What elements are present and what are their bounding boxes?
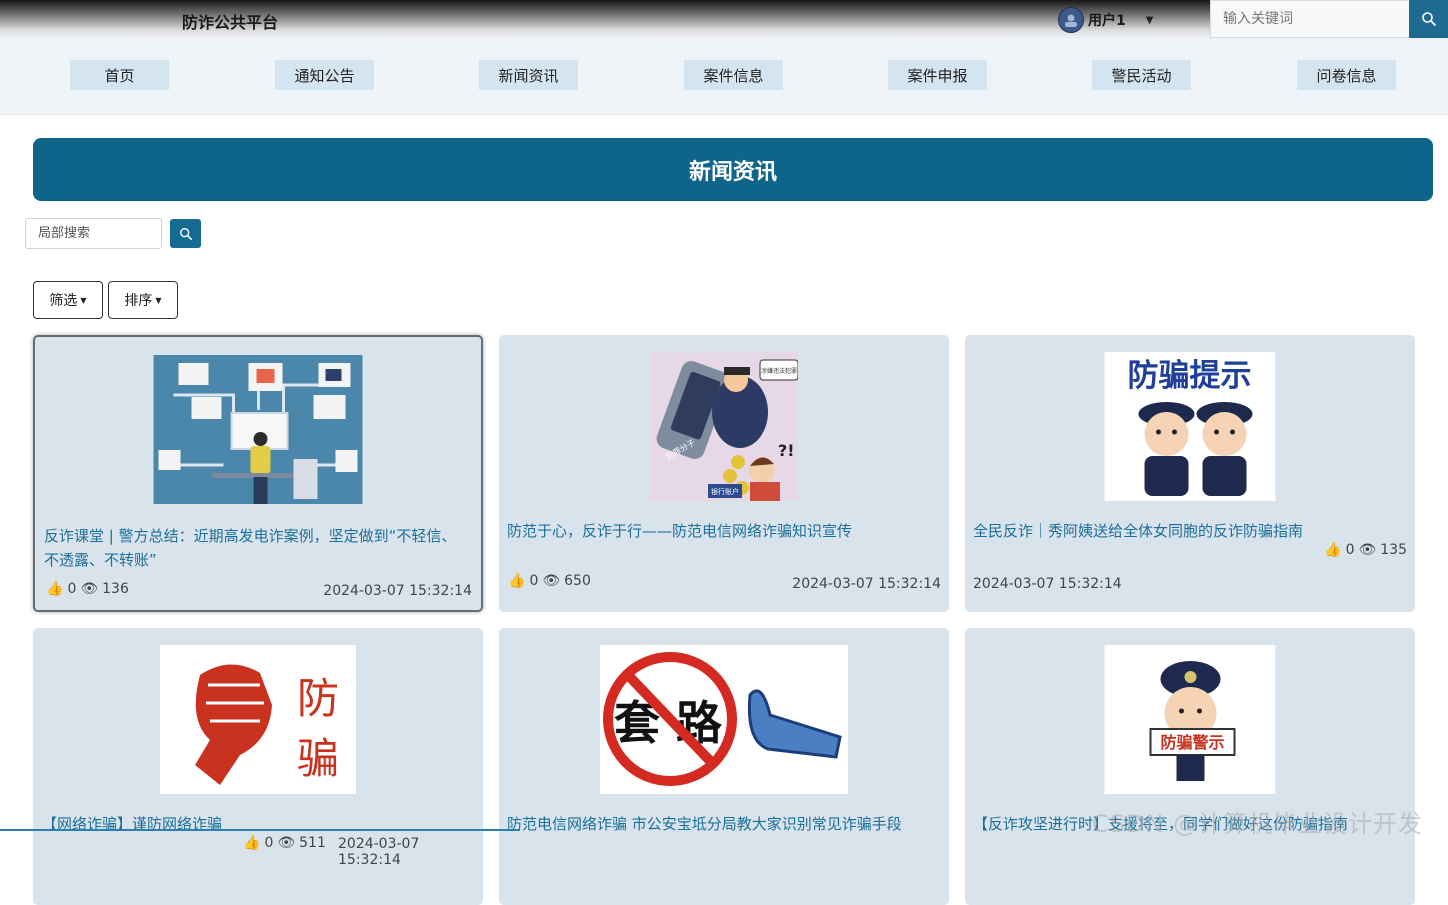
- nav-item-news[interactable]: 新闻资讯: [479, 60, 578, 90]
- news-stats: 👍 0 👁 135: [1324, 542, 1407, 558]
- svg-text:?!: ?!: [778, 441, 795, 460]
- news-date: 2024-03-07 15:32:14: [973, 576, 1122, 592]
- news-stats: 👍 0 👁 136: [46, 581, 129, 597]
- news-title[interactable]: 防范于心，反诈于行——防范电信网络诈骗知识宣传: [507, 519, 932, 543]
- site-title[interactable]: 防诈公共平台: [182, 9, 278, 33]
- eye-icon: 👁: [1358, 542, 1377, 558]
- thumbs-up-icon[interactable]: 👍: [46, 581, 63, 597]
- news-card[interactable]: 防骗警示 【反诈攻坚进行时】支援将至，同学们做好这份防骗指南: [965, 628, 1415, 905]
- news-date: 2024-03-07 15:32:14: [338, 836, 420, 868]
- news-image[interactable]: 套 路: [600, 645, 848, 794]
- news-stats: 👍 0 👁 650: [508, 573, 591, 589]
- sort-dropdown[interactable]: 排序 ▼: [108, 281, 178, 319]
- nav-item-police-activities[interactable]: 警民活动: [1092, 60, 1191, 90]
- news-image[interactable]: 防骗提示: [1104, 352, 1276, 501]
- poster-text: 骗: [297, 734, 339, 783]
- news-card[interactable]: 防 骗 【网络诈骗】谨防网络诈骗 👍 0 👁 511 2024-03-07 15…: [33, 628, 483, 905]
- news-card[interactable]: 涉嫌违法犯罪 银行账户 犯罪分子 ?! 防范于心，反诈于行——防范电信网络诈骗知…: [499, 335, 949, 612]
- news-card[interactable]: 防骗提示 全民反诈｜秀阿姨送给全体女同胞的反诈防骗指南 👍 0 👁 135 20…: [965, 335, 1415, 612]
- news-card[interactable]: 套 路 防范电信网络诈骗 市公安宝坻分局教大家识别常见诈骗手段: [499, 628, 949, 905]
- watermark: CSDN @计算机毕业设计开发: [1092, 810, 1424, 838]
- view-count: 511: [299, 835, 326, 851]
- local-search-input[interactable]: [25, 218, 162, 249]
- filter-label: 筛选: [49, 293, 78, 309]
- speech-bubble-text: 涉嫌违法犯罪: [761, 367, 797, 375]
- thumbs-up-icon[interactable]: 👍: [508, 573, 525, 589]
- page-title: 新闻资讯: [33, 138, 1433, 201]
- news-image[interactable]: [153, 355, 363, 504]
- news-title[interactable]: 【网络诈骗】谨防网络诈骗: [42, 812, 467, 836]
- nav-item-home[interactable]: 首页: [70, 60, 169, 90]
- like-count: 0: [67, 581, 77, 597]
- view-count: 135: [1380, 542, 1407, 558]
- poster-text: 防骗提示: [1128, 358, 1252, 394]
- nav-item-cases[interactable]: 案件信息: [684, 60, 783, 90]
- nav-item-notices[interactable]: 通知公告: [275, 60, 374, 90]
- poster-text: 防骗警示: [1160, 733, 1224, 752]
- poster-text: 防: [297, 674, 339, 723]
- filter-dropdown[interactable]: 筛选 ▼: [33, 281, 103, 319]
- eye-icon: 👁: [542, 573, 561, 589]
- news-image[interactable]: 防 骗: [160, 645, 356, 794]
- news-date: 2024-03-07 15:32:14: [792, 576, 941, 592]
- like-count: 0: [529, 573, 539, 589]
- eye-icon: 👁: [80, 581, 99, 597]
- avatar[interactable]: [1058, 7, 1084, 33]
- caret-down-icon: ▼: [155, 295, 162, 305]
- sort-label: 排序: [124, 293, 153, 309]
- news-stats: 👍 0 👁 511: [243, 835, 326, 851]
- news-title[interactable]: 防范电信网络诈骗 市公安宝坻分局教大家识别常见诈骗手段: [507, 812, 932, 836]
- news-image[interactable]: 防骗警示: [1104, 645, 1276, 794]
- like-count: 0: [1345, 542, 1355, 558]
- caret-down-icon: ▼: [80, 295, 87, 305]
- main-nav: 首页 通知公告 新闻资讯 案件信息 案件申报 警民活动 问卷信息: [0, 40, 1448, 115]
- view-count: 650: [564, 573, 591, 589]
- nav-item-survey[interactable]: 问卷信息: [1297, 60, 1396, 90]
- news-date: 2024-03-07 15:32:14: [323, 583, 472, 599]
- nav-item-case-report[interactable]: 案件申报: [888, 60, 987, 90]
- username[interactable]: 用户1: [1088, 10, 1126, 30]
- local-search-button[interactable]: [170, 219, 201, 248]
- search-icon: [179, 227, 192, 240]
- news-image[interactable]: 涉嫌违法犯罪 银行账户 犯罪分子 ?!: [650, 352, 798, 501]
- thumbs-up-icon[interactable]: 👍: [243, 835, 260, 851]
- search-icon: [1421, 12, 1436, 27]
- view-count: 136: [102, 581, 129, 597]
- news-title[interactable]: 反诈课堂 | 警方总结：近期高发电诈案例，坚定做到“不轻信、不透露、不转账”: [44, 524, 469, 572]
- news-card[interactable]: 反诈课堂 | 警方总结：近期高发电诈案例，坚定做到“不轻信、不透露、不转账” 👍…: [33, 335, 483, 612]
- sign-text: 银行账户: [711, 487, 739, 496]
- search-button[interactable]: [1409, 0, 1448, 38]
- search-input[interactable]: [1210, 0, 1410, 38]
- chevron-down-icon[interactable]: ▼: [1146, 15, 1154, 26]
- scroll-indicator: [0, 829, 520, 831]
- news-title[interactable]: 全民反诈｜秀阿姨送给全体女同胞的反诈防骗指南: [973, 519, 1398, 543]
- thumbs-up-icon[interactable]: 👍: [1324, 542, 1341, 558]
- like-count: 0: [264, 835, 274, 851]
- eye-icon: 👁: [277, 835, 296, 851]
- user-menu[interactable]: 用户1 ▼: [1058, 7, 1153, 33]
